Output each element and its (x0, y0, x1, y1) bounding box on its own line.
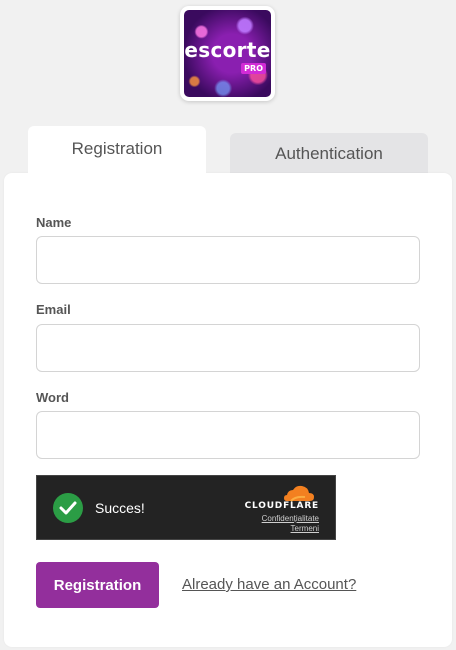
terms-link[interactable]: Termeni (291, 524, 319, 533)
name-input[interactable] (36, 236, 420, 284)
email-input[interactable] (36, 324, 420, 372)
login-link[interactable]: Already have an Account? (182, 576, 356, 593)
logo-container: escorte PRO (180, 6, 275, 101)
email-label: Email (36, 302, 71, 317)
captcha-status: Succes! (95, 500, 145, 516)
registration-submit-button[interactable]: Registration (36, 562, 159, 608)
cloudflare-cloud-icon (284, 485, 314, 502)
tab-authentication[interactable]: Authentication (230, 133, 428, 176)
privacy-link[interactable]: Confidențialitate (262, 514, 319, 523)
logo-text: escorte (184, 38, 271, 62)
success-check-icon (53, 493, 83, 523)
name-label: Name (36, 215, 72, 230)
captcha-widget[interactable]: Succes! CLOUDFLARE Confidențialitate Ter… (36, 475, 336, 540)
logo-badge: PRO (241, 63, 266, 74)
site-logo: escorte PRO (184, 10, 271, 97)
cloudflare-brand: CLOUDFLARE (244, 501, 319, 511)
tab-registration[interactable]: Registration (28, 126, 206, 176)
word-label: Word (36, 390, 69, 405)
word-input[interactable] (36, 411, 420, 459)
